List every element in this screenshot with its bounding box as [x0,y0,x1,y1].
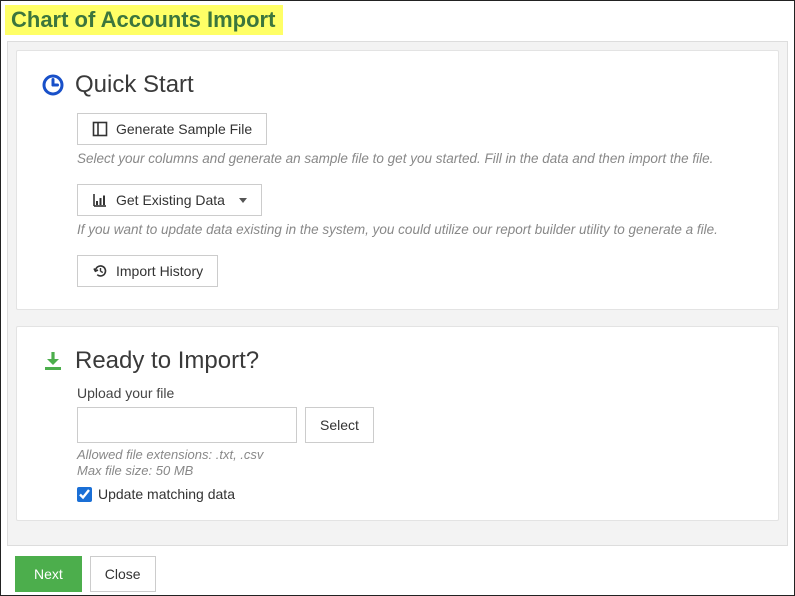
next-button-label: Next [34,566,63,582]
generate-sample-file-label: Generate Sample File [116,121,252,137]
main-content: Quick Start Generate Sample File Select … [7,41,788,546]
next-button[interactable]: Next [15,556,82,592]
get-existing-data-label: Get Existing Data [116,192,225,208]
quick-start-title: Quick Start [75,71,194,99]
update-matching-checkbox[interactable] [77,487,92,502]
ready-import-panel: Ready to Import? Upload your file Select… [16,326,779,521]
page-title: Chart of Accounts Import [5,5,283,35]
upload-file-label: Upload your file [77,385,754,401]
generate-sample-help: Select your columns and generate an samp… [77,151,754,166]
import-history-label: Import History [116,263,203,279]
quick-start-panel: Quick Start Generate Sample File Select … [16,50,779,310]
clock-icon [41,73,65,97]
select-file-button[interactable]: Select [305,407,374,443]
layout-icon [92,121,108,137]
allowed-extensions-hint: Allowed file extensions: .txt, .csv [77,447,754,462]
chevron-down-icon [239,198,247,203]
select-file-label: Select [320,417,359,433]
close-button-label: Close [105,566,141,582]
update-matching-row[interactable]: Update matching data [77,486,754,502]
close-button[interactable]: Close [90,556,156,592]
max-file-size-hint: Max file size: 50 MB [77,463,754,478]
history-icon [92,263,108,279]
bar-chart-icon [92,192,108,208]
update-matching-label: Update matching data [98,486,235,502]
download-icon [41,349,65,373]
get-existing-data-button[interactable]: Get Existing Data [77,184,262,216]
generate-sample-file-button[interactable]: Generate Sample File [77,113,267,145]
get-existing-help: If you want to update data existing in t… [77,222,754,237]
import-history-button[interactable]: Import History [77,255,218,287]
upload-file-input[interactable] [77,407,297,443]
ready-import-title: Ready to Import? [75,347,259,375]
footer-buttons: Next Close [15,556,788,592]
